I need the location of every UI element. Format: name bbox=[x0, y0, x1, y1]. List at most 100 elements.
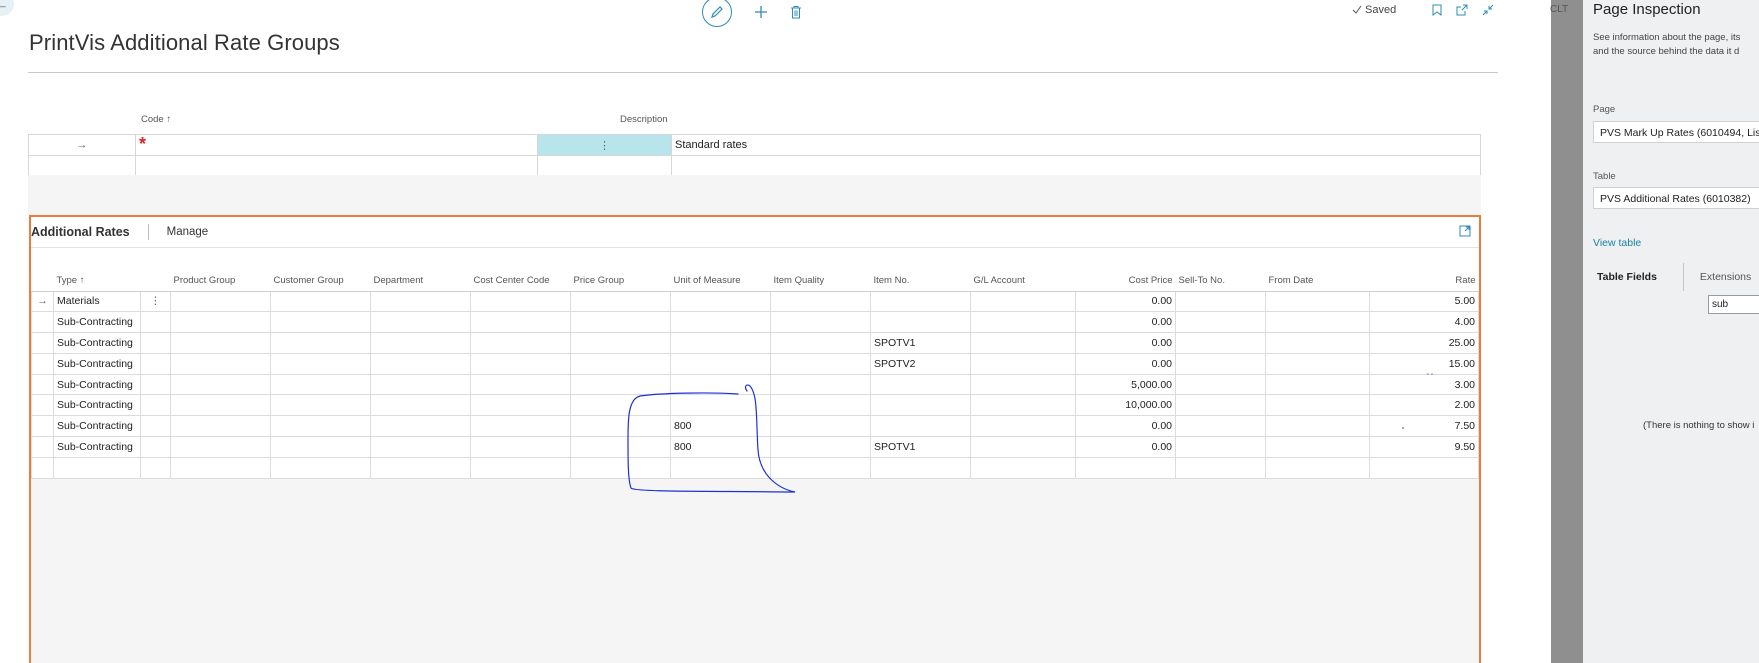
customer-group-cell[interactable] bbox=[270, 394, 371, 417]
item-no-cell[interactable] bbox=[870, 311, 971, 334]
rate-cell[interactable]: 9.50 bbox=[1369, 436, 1479, 458]
table-row[interactable]: Sub-Contracting 5,000.00 3.00 bbox=[31, 373, 1479, 396]
cost-price-cell[interactable]: 10,000.00 bbox=[1075, 394, 1176, 417]
price-group-cell[interactable] bbox=[570, 436, 671, 458]
column-header-from-date[interactable]: From Date bbox=[1265, 271, 1370, 292]
sell-to-cell[interactable] bbox=[1175, 290, 1266, 313]
unit-of-measure-cell[interactable]: 800 bbox=[670, 436, 771, 458]
unit-of-measure-cell[interactable] bbox=[670, 332, 771, 354]
table-row[interactable]: Sub-Contracting SPOTV1 0.00 25.00 bbox=[31, 332, 1479, 354]
item-no-cell[interactable] bbox=[870, 373, 971, 396]
type-cell[interactable]: Materials bbox=[53, 290, 141, 313]
page-value[interactable]: PVS Mark Up Rates (6010494, Lis bbox=[1593, 121, 1759, 143]
column-header-price-group[interactable]: Price Group bbox=[570, 271, 671, 292]
cost-price-cell[interactable]: 5,000.00 bbox=[1075, 373, 1176, 396]
table-row[interactable]: Sub-Contracting 800 0.00 7.50 bbox=[31, 415, 1479, 438]
customer-group-cell[interactable] bbox=[270, 311, 371, 334]
price-group-cell[interactable] bbox=[570, 352, 671, 375]
customer-group-cell[interactable] bbox=[270, 352, 371, 375]
tab-extensions[interactable]: Extensions bbox=[1700, 271, 1751, 283]
item-quality-cell[interactable] bbox=[770, 436, 871, 458]
unit-of-measure-cell[interactable] bbox=[670, 311, 771, 334]
empty-cell[interactable] bbox=[870, 456, 971, 479]
column-header-cost-price[interactable]: Cost Price bbox=[1075, 271, 1176, 292]
code-cell[interactable] bbox=[135, 155, 538, 177]
item-no-cell[interactable] bbox=[870, 394, 971, 417]
department-cell[interactable] bbox=[370, 415, 471, 438]
view-table-link[interactable]: View table bbox=[1593, 237, 1641, 249]
field-filter-input[interactable]: sub bbox=[1708, 295, 1759, 314]
unit-of-measure-cell[interactable] bbox=[670, 394, 771, 417]
rate-cell[interactable]: 5.00 bbox=[1369, 290, 1479, 313]
table-row[interactable] bbox=[31, 456, 1479, 479]
empty-cell[interactable] bbox=[470, 456, 571, 479]
item-no-cell[interactable]: SPOTV2 bbox=[870, 352, 971, 375]
gl-account-cell[interactable] bbox=[970, 332, 1076, 354]
department-cell[interactable] bbox=[370, 311, 471, 334]
table-row[interactable]: → * ⋮ Standard rates bbox=[28, 134, 1481, 156]
gl-account-cell[interactable] bbox=[970, 394, 1076, 417]
sell-to-cell[interactable] bbox=[1175, 311, 1266, 334]
type-cell[interactable]: Sub-Contracting bbox=[53, 394, 141, 417]
type-cell[interactable]: Sub-Contracting bbox=[53, 436, 141, 458]
type-cell[interactable]: Sub-Contracting bbox=[53, 415, 141, 438]
cost-price-cell[interactable]: 0.00 bbox=[1075, 311, 1176, 334]
rate-cell[interactable]: 3.00 bbox=[1369, 373, 1479, 396]
column-header-item-no[interactable]: Item No. bbox=[870, 271, 971, 292]
item-quality-cell[interactable] bbox=[770, 290, 871, 313]
column-header-department[interactable]: Department bbox=[370, 271, 471, 292]
empty-cell[interactable] bbox=[170, 456, 271, 479]
from-date-cell[interactable] bbox=[1265, 311, 1370, 334]
item-quality-cell[interactable] bbox=[770, 352, 871, 375]
delete-button[interactable] bbox=[790, 5, 802, 19]
type-cell[interactable]: Sub-Contracting bbox=[53, 352, 141, 375]
empty-cell[interactable] bbox=[1075, 456, 1176, 479]
cost-price-cell[interactable]: 0.00 bbox=[1075, 290, 1176, 313]
from-date-cell[interactable] bbox=[1265, 436, 1370, 458]
gl-account-cell[interactable] bbox=[970, 290, 1076, 313]
item-quality-cell[interactable] bbox=[770, 415, 871, 438]
rate-cell[interactable]: 4.00 bbox=[1369, 311, 1479, 334]
department-cell[interactable] bbox=[370, 373, 471, 396]
department-cell[interactable] bbox=[370, 436, 471, 458]
empty-cell[interactable] bbox=[770, 456, 871, 479]
item-quality-cell[interactable] bbox=[770, 373, 871, 396]
from-date-cell[interactable] bbox=[1265, 332, 1370, 354]
expand-icon[interactable] bbox=[1459, 225, 1471, 237]
unit-of-measure-cell[interactable] bbox=[670, 352, 771, 375]
rate-cell[interactable]: 25.00 bbox=[1369, 332, 1479, 354]
cost-price-cell[interactable]: 0.00 bbox=[1075, 332, 1176, 354]
unit-of-measure-cell[interactable]: 800 bbox=[670, 415, 771, 438]
column-header-code[interactable]: Code ↑ bbox=[141, 114, 171, 125]
price-group-cell[interactable] bbox=[570, 311, 671, 334]
column-header-item-quality[interactable]: Item Quality bbox=[770, 271, 871, 292]
description-cell[interactable] bbox=[671, 155, 1481, 177]
column-header-description[interactable]: Description bbox=[620, 114, 668, 125]
cost-center-cell[interactable] bbox=[470, 436, 571, 458]
empty-cell[interactable] bbox=[370, 456, 471, 479]
from-date-cell[interactable] bbox=[1265, 394, 1370, 417]
gl-account-cell[interactable] bbox=[970, 311, 1076, 334]
item-no-cell[interactable] bbox=[870, 415, 971, 438]
department-cell[interactable] bbox=[370, 290, 471, 313]
column-header-gl-account[interactable]: G/L Account bbox=[970, 271, 1076, 292]
table-row[interactable] bbox=[28, 155, 1481, 177]
code-cell[interactable]: * bbox=[135, 134, 538, 156]
empty-cell[interactable] bbox=[270, 456, 371, 479]
item-quality-cell[interactable] bbox=[770, 311, 871, 334]
cost-center-cell[interactable] bbox=[470, 332, 571, 354]
column-header-rate[interactable]: Rate bbox=[1369, 271, 1479, 292]
back-button[interactable]: ← bbox=[0, 0, 14, 16]
rate-cell[interactable]: 15.00 bbox=[1369, 352, 1479, 375]
open-new-window-icon[interactable] bbox=[1456, 4, 1468, 16]
unit-of-measure-cell[interactable] bbox=[670, 290, 771, 313]
empty-cell[interactable] bbox=[970, 456, 1076, 479]
manage-menu[interactable]: Manage bbox=[167, 226, 209, 238]
price-group-cell[interactable] bbox=[570, 332, 671, 354]
department-cell[interactable] bbox=[370, 332, 471, 354]
column-header-unit-of-measure[interactable]: Unit of Measure bbox=[670, 271, 771, 292]
sell-to-cell[interactable] bbox=[1175, 373, 1266, 396]
empty-cell[interactable] bbox=[53, 456, 141, 479]
row-actions-button[interactable]: ⋮ bbox=[140, 290, 171, 313]
product-group-cell[interactable] bbox=[170, 415, 271, 438]
